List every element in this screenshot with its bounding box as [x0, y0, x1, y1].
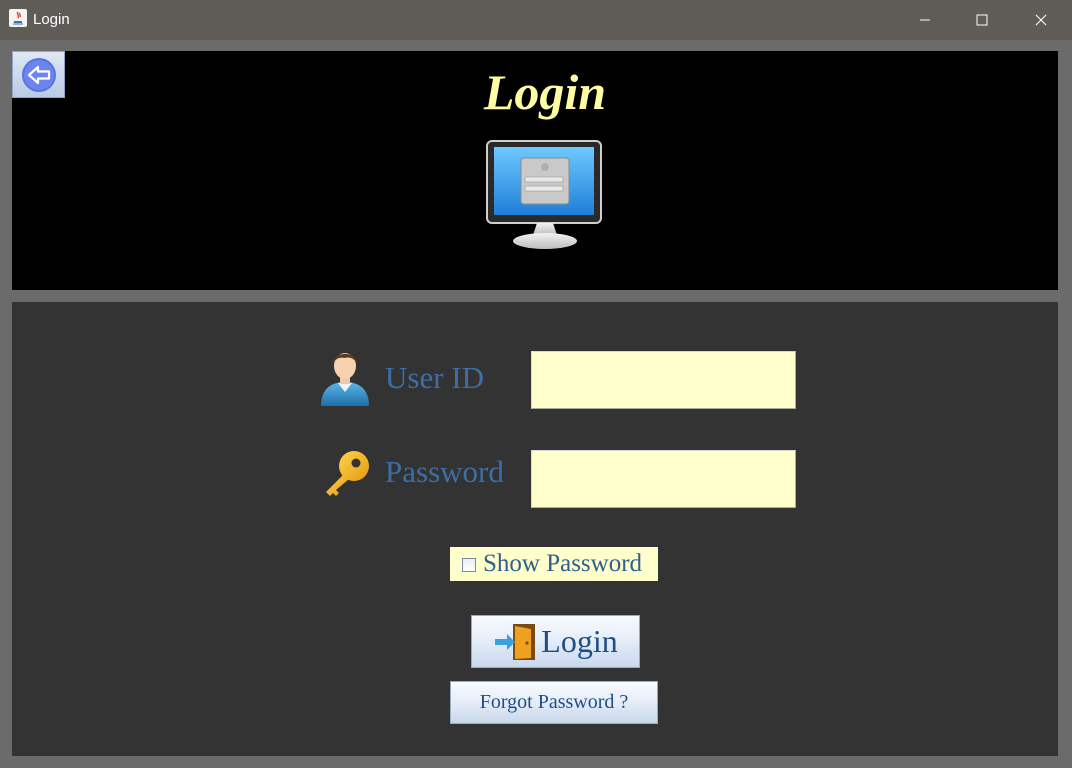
user-icon	[321, 353, 369, 406]
key-icon	[326, 451, 369, 496]
minimize-icon	[920, 19, 930, 21]
door-enter-icon	[495, 623, 536, 660]
forgot-password-button[interactable]: Forgot Password ?	[450, 681, 658, 724]
header-panel: Login	[12, 51, 1058, 290]
password-label: Password	[385, 454, 504, 489]
forgot-password-label: Forgot Password ?	[479, 691, 629, 713]
maximize-button[interactable]	[953, 0, 1011, 40]
checkbox-box[interactable]	[462, 558, 476, 572]
close-icon	[1035, 14, 1047, 26]
minimize-button[interactable]	[896, 0, 954, 40]
user-id-input[interactable]	[531, 351, 796, 409]
maximize-icon	[976, 14, 988, 26]
window-title: Login	[33, 11, 70, 28]
window-titlebar: Login	[0, 0, 1072, 40]
java-app-icon	[9, 9, 27, 27]
login-form-panel: User ID Password Show Password Login For…	[12, 302, 1058, 756]
password-input[interactable]	[531, 450, 796, 508]
login-button[interactable]: Login	[471, 615, 640, 668]
show-password-label: Show Password	[483, 550, 643, 577]
show-password-checkbox[interactable]: Show Password	[450, 547, 658, 581]
monitor-login-icon	[486, 140, 602, 249]
login-button-label: Login	[541, 623, 618, 659]
close-button[interactable]	[1012, 0, 1070, 40]
header-title: Login	[483, 64, 607, 120]
user-id-label: User ID	[385, 360, 484, 395]
